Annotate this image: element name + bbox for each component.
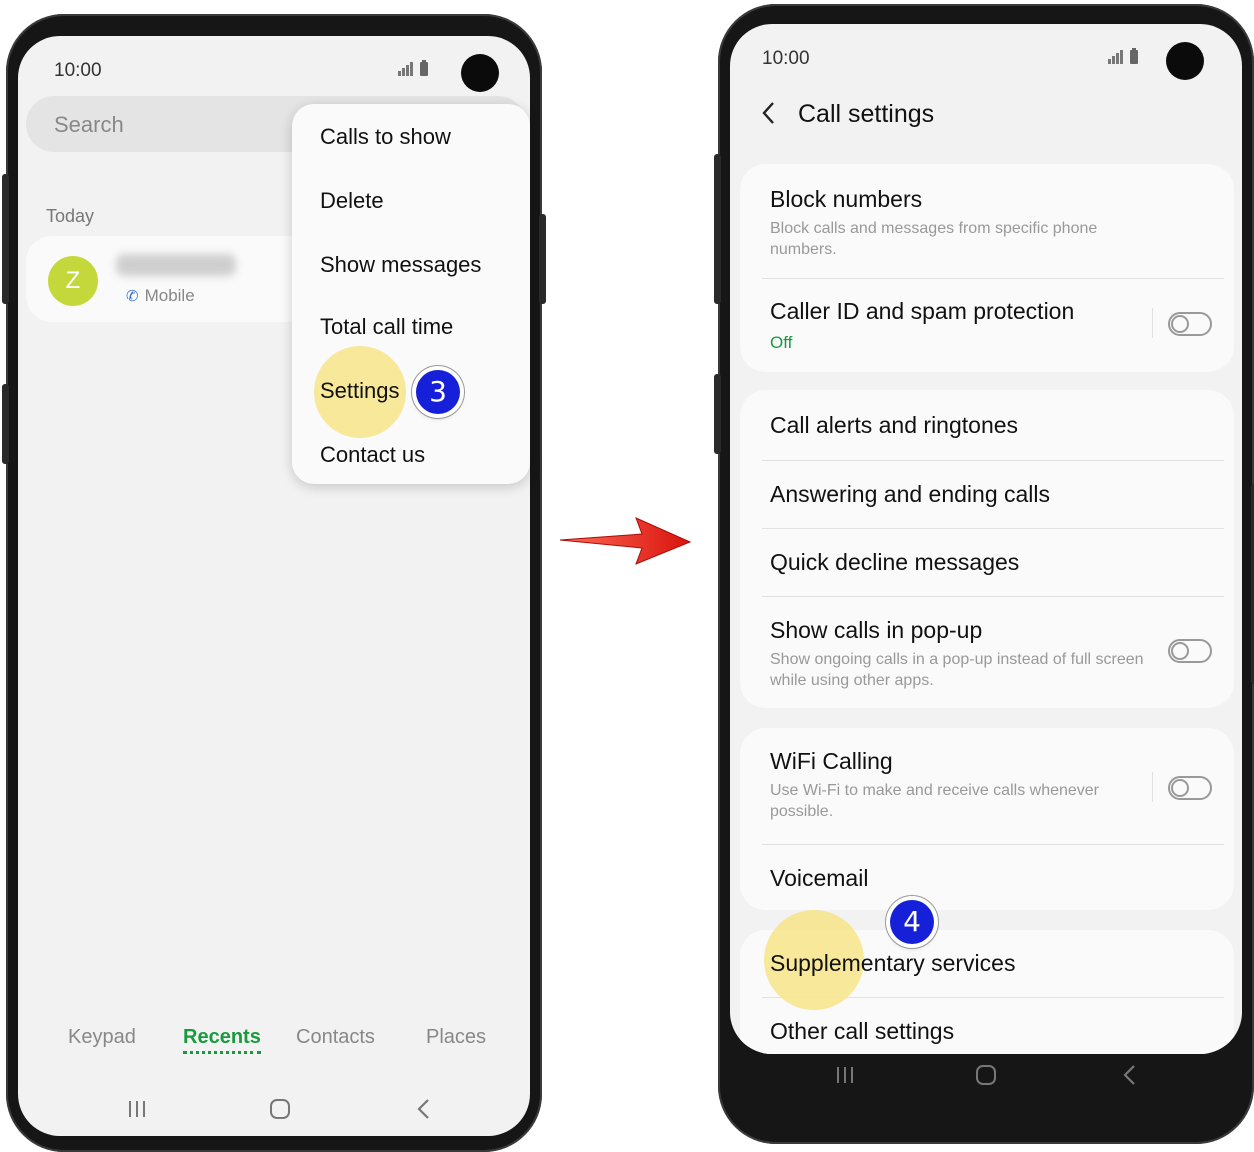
toggle-show-calls-popup[interactable] [1168, 639, 1212, 663]
setting-title: Quick decline messages [770, 549, 1020, 575]
section-header-today: Today [46, 206, 95, 226]
back-arrow-icon[interactable] [760, 100, 778, 126]
setting-subtitle: Show ongoing calls in a pop-up instead o… [770, 651, 1144, 689]
menu-item-total-call-time[interactable]: Total call time [320, 314, 453, 340]
home-icon[interactable] [268, 1097, 292, 1121]
settings-group-4: Supplementary services Other call settin… [740, 910, 1234, 1054]
signal-battery-icon [1108, 48, 1138, 64]
setting-title: Supplementary services [770, 950, 1016, 976]
signal-battery-icon [398, 60, 428, 76]
recent-apps-icon[interactable] [126, 1098, 148, 1120]
front-camera [1166, 42, 1204, 80]
setting-answering-ending[interactable]: Answering and ending calls [740, 461, 1234, 529]
setting-show-calls-popup[interactable]: Show calls in pop-up Show ongoing calls … [740, 597, 1234, 708]
separator [1152, 308, 1153, 338]
right-screen: 10:00 Call settings Block numbers Block … [730, 24, 1242, 1054]
setting-wifi-calling[interactable]: WiFi Calling Use Wi-Fi to make and recei… [740, 728, 1234, 842]
setting-caller-id-spam[interactable]: Caller ID and spam protection Off [740, 280, 1234, 372]
tab-keypad[interactable]: Keypad [68, 1026, 136, 1049]
tab-contacts[interactable]: Contacts [296, 1026, 375, 1049]
bixby-button [2, 384, 9, 464]
bixby-button [714, 374, 721, 454]
setting-supplementary-services[interactable]: Supplementary services [740, 930, 1234, 996]
back-icon[interactable] [414, 1097, 434, 1121]
volume-button [714, 154, 721, 304]
page-title: Call settings [798, 100, 935, 128]
blurred-contact-name [116, 254, 236, 276]
setting-title: Call alerts and ringtones [770, 412, 1019, 438]
setting-block-numbers[interactable]: Block numbers Block calls and messages f… [740, 164, 1234, 276]
toggle-wifi-calling[interactable] [1168, 776, 1212, 800]
volume-button [2, 174, 9, 304]
setting-quick-decline[interactable]: Quick decline messages [740, 529, 1234, 597]
setting-title: Voicemail [770, 865, 869, 891]
home-icon[interactable] [974, 1063, 998, 1087]
back-icon[interactable] [1120, 1063, 1140, 1087]
status-time: 10:00 [54, 60, 102, 81]
phone-call-icon: ✆ [126, 288, 139, 305]
status-time: 10:00 [762, 48, 810, 69]
setting-title: Caller ID and spam protection [770, 298, 1075, 324]
step-badge-3: 3 [416, 370, 460, 414]
step-badge-4: 4 [890, 900, 934, 944]
overflow-menu: Calls to show Delete Show messages Total… [292, 104, 530, 484]
setting-title: WiFi Calling [770, 748, 893, 774]
front-camera [461, 54, 499, 92]
setting-title: Answering and ending calls [770, 481, 1051, 507]
menu-item-contact-us[interactable]: Contact us [320, 442, 425, 468]
setting-status: Off [770, 333, 793, 352]
menu-item-calls-to-show[interactable]: Calls to show [320, 124, 451, 150]
setting-title: Other call settings [770, 1018, 955, 1044]
setting-call-alerts[interactable]: Call alerts and ringtones [740, 390, 1234, 460]
bottom-tab-bar: Keypad Recents Contacts Places [18, 1026, 530, 1066]
call-type: ✆ Mobile [126, 286, 195, 306]
divider [762, 278, 1224, 279]
recent-apps-icon[interactable] [834, 1064, 856, 1086]
search-placeholder: Search [54, 112, 124, 137]
red-arrow-icon [559, 517, 692, 565]
settings-group-2: Call alerts and ringtones Answering and … [740, 390, 1234, 708]
tab-recents[interactable]: Recents [183, 1026, 261, 1054]
power-button [539, 214, 546, 304]
menu-item-show-messages[interactable]: Show messages [320, 252, 481, 278]
right-phone-frame: 10:00 Call settings Block numbers Block … [714, 4, 1254, 1144]
avatar: Z [48, 256, 98, 306]
navigation-bar [730, 1062, 1242, 1098]
setting-subtitle: Use Wi-Fi to make and receive calls when… [770, 782, 1100, 820]
setting-subtitle: Block calls and messages from specific p… [770, 220, 1098, 258]
setting-voicemail[interactable]: Voicemail [740, 845, 1234, 910]
settings-group-3: WiFi Calling Use Wi-Fi to make and recei… [740, 728, 1234, 910]
setting-title: Block numbers [770, 186, 923, 212]
menu-item-settings[interactable]: Settings [320, 378, 400, 404]
settings-group-1: Block numbers Block calls and messages f… [740, 164, 1234, 372]
separator [1152, 772, 1153, 802]
setting-title: Show calls in pop-up [770, 617, 983, 643]
tab-places[interactable]: Places [426, 1026, 486, 1049]
menu-item-delete[interactable]: Delete [320, 188, 384, 214]
navigation-bar [18, 1092, 530, 1128]
setting-other-call-settings[interactable]: Other call settings [740, 998, 1234, 1054]
toggle-caller-id[interactable] [1168, 312, 1212, 336]
call-type-label: Mobile [144, 286, 195, 305]
